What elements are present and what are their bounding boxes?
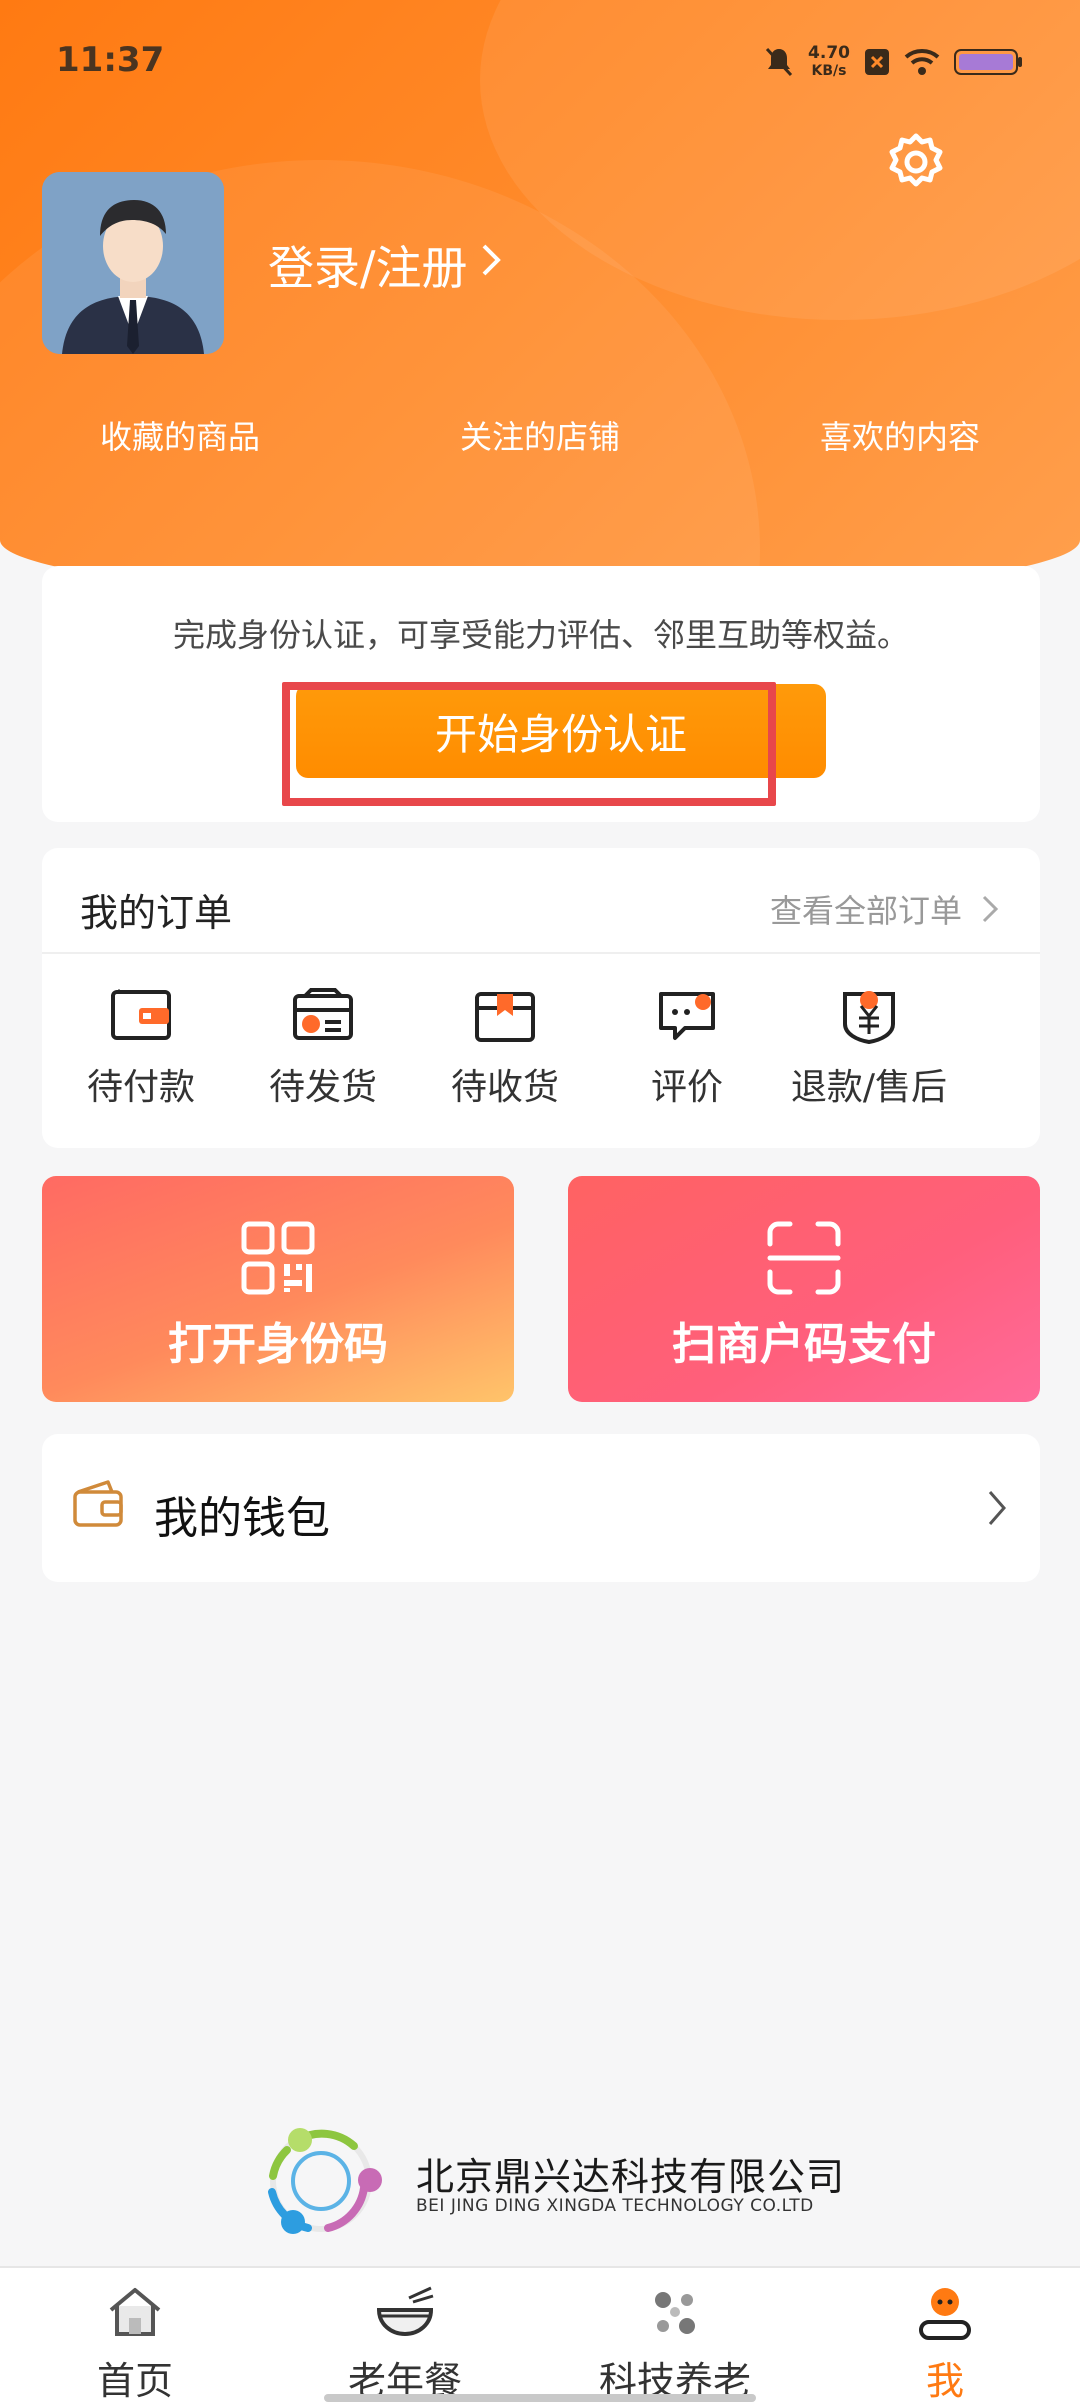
tab-tech-elderly-care[interactable]: 科技养老 bbox=[540, 2268, 810, 2408]
chevron-right-icon bbox=[482, 244, 501, 276]
liked-content-link[interactable]: 喜欢的内容 bbox=[720, 412, 1080, 458]
order-item-label: 退款/售后 bbox=[790, 1067, 948, 1108]
order-pending-shipment[interactable]: 待发货 bbox=[232, 988, 414, 1110]
scan-icon bbox=[767, 1221, 841, 1295]
home-indicator bbox=[324, 2394, 756, 2402]
tab-label: 首页 bbox=[96, 2359, 173, 2403]
followed-stores-link[interactable]: 关注的店铺 bbox=[360, 412, 720, 458]
tab-me[interactable]: 我 bbox=[810, 2268, 1080, 2408]
company-footer: 北京鼎兴达科技有限公司 BEI JING DING XINGDA TECHNOL… bbox=[258, 2118, 858, 2248]
login-register-link[interactable]: 登录/注册 bbox=[268, 232, 468, 298]
my-wallet-label: 我的钱包 bbox=[154, 1493, 330, 1544]
favorite-goods-link[interactable]: 收藏的商品 bbox=[0, 412, 360, 458]
company-logo-icon bbox=[268, 2128, 382, 2234]
highlight-box bbox=[282, 682, 776, 806]
quick-links: 收藏的商品 关注的店铺 喜欢的内容 bbox=[0, 412, 1080, 458]
open-id-code-tile[interactable]: 打开身份码 bbox=[42, 1176, 514, 1402]
orders-title: 我的订单 bbox=[80, 891, 233, 935]
default-avatar-icon bbox=[42, 172, 224, 354]
order-item-label: 待付款 bbox=[86, 1067, 195, 1108]
avatar[interactable] bbox=[42, 172, 224, 354]
close-badge-icon bbox=[865, 49, 889, 75]
net-speed: 4.70 KB/s bbox=[808, 44, 850, 80]
order-pending-payment[interactable]: 待付款 bbox=[50, 988, 232, 1110]
my-wallet-row[interactable]: 我的钱包 bbox=[42, 1434, 1040, 1582]
order-pending-receipt[interactable]: 待收货 bbox=[414, 988, 596, 1110]
scan-merchant-pay-label: 扫商户码支付 bbox=[672, 1319, 936, 1370]
wallet-icon bbox=[73, 1480, 123, 1527]
wallet-icon bbox=[111, 989, 171, 1040]
company-name-en: BEI JING DING XINGDA TECHNOLOGY CO.LTD bbox=[416, 2196, 814, 2216]
my-orders-card: 我的订单 查看全部订单 待付款 待发货 待收货 评价 退款/售后 bbox=[42, 848, 1040, 1148]
status-time: 11:37 bbox=[56, 40, 165, 80]
qr-code-icon bbox=[241, 1221, 315, 1295]
wifi-icon bbox=[904, 49, 940, 75]
scan-merchant-pay-tile[interactable]: 扫商户码支付 bbox=[568, 1176, 1040, 1402]
battery-icon bbox=[954, 49, 1022, 75]
tab-home[interactable]: 首页 bbox=[0, 2268, 270, 2408]
dots-icon bbox=[655, 2292, 695, 2334]
chevron-right-icon bbox=[982, 895, 999, 923]
chevron-right-icon bbox=[988, 1491, 1006, 1525]
verification-tip: 完成身份认证，可享受能力评估、邻里互助等权益。 bbox=[172, 616, 909, 654]
tab-label: 我 bbox=[925, 2359, 964, 2403]
order-status-row: 待付款 待发货 待收货 评价 退款/售后 bbox=[42, 988, 1040, 1110]
order-refund-aftersale[interactable]: 退款/售后 bbox=[778, 988, 960, 1110]
company-name-cn: 北京鼎兴达科技有限公司 bbox=[416, 2155, 846, 2199]
mute-bell-icon bbox=[765, 47, 793, 77]
person-icon bbox=[919, 2288, 971, 2340]
divider bbox=[42, 952, 1040, 954]
view-all-orders-link[interactable]: 查看全部订单 bbox=[770, 886, 1000, 932]
card-box-icon bbox=[293, 988, 353, 1040]
net-speed-value: 4.70 bbox=[808, 43, 850, 63]
order-review[interactable]: 评价 bbox=[596, 988, 778, 1110]
bowl-icon bbox=[376, 2286, 434, 2337]
view-all-orders-label: 查看全部订单 bbox=[769, 892, 962, 930]
settings-gear-icon[interactable] bbox=[884, 130, 948, 194]
bottom-tab-bar: 首页 老年餐 科技养老 我 bbox=[0, 2266, 1080, 2408]
order-item-label: 待收货 bbox=[450, 1067, 559, 1108]
status-icons: 4.70 KB/s bbox=[764, 44, 1024, 80]
order-item-label: 评价 bbox=[650, 1067, 723, 1108]
net-speed-unit: KB/s bbox=[811, 63, 847, 79]
tab-senior-meal[interactable]: 老年餐 bbox=[270, 2268, 540, 2408]
home-icon bbox=[109, 2288, 161, 2336]
refund-icon bbox=[843, 991, 895, 1044]
package-icon bbox=[475, 992, 535, 1042]
open-id-code-label: 打开身份码 bbox=[168, 1319, 388, 1370]
order-item-label: 待发货 bbox=[268, 1067, 377, 1108]
comment-icon bbox=[659, 992, 715, 1040]
